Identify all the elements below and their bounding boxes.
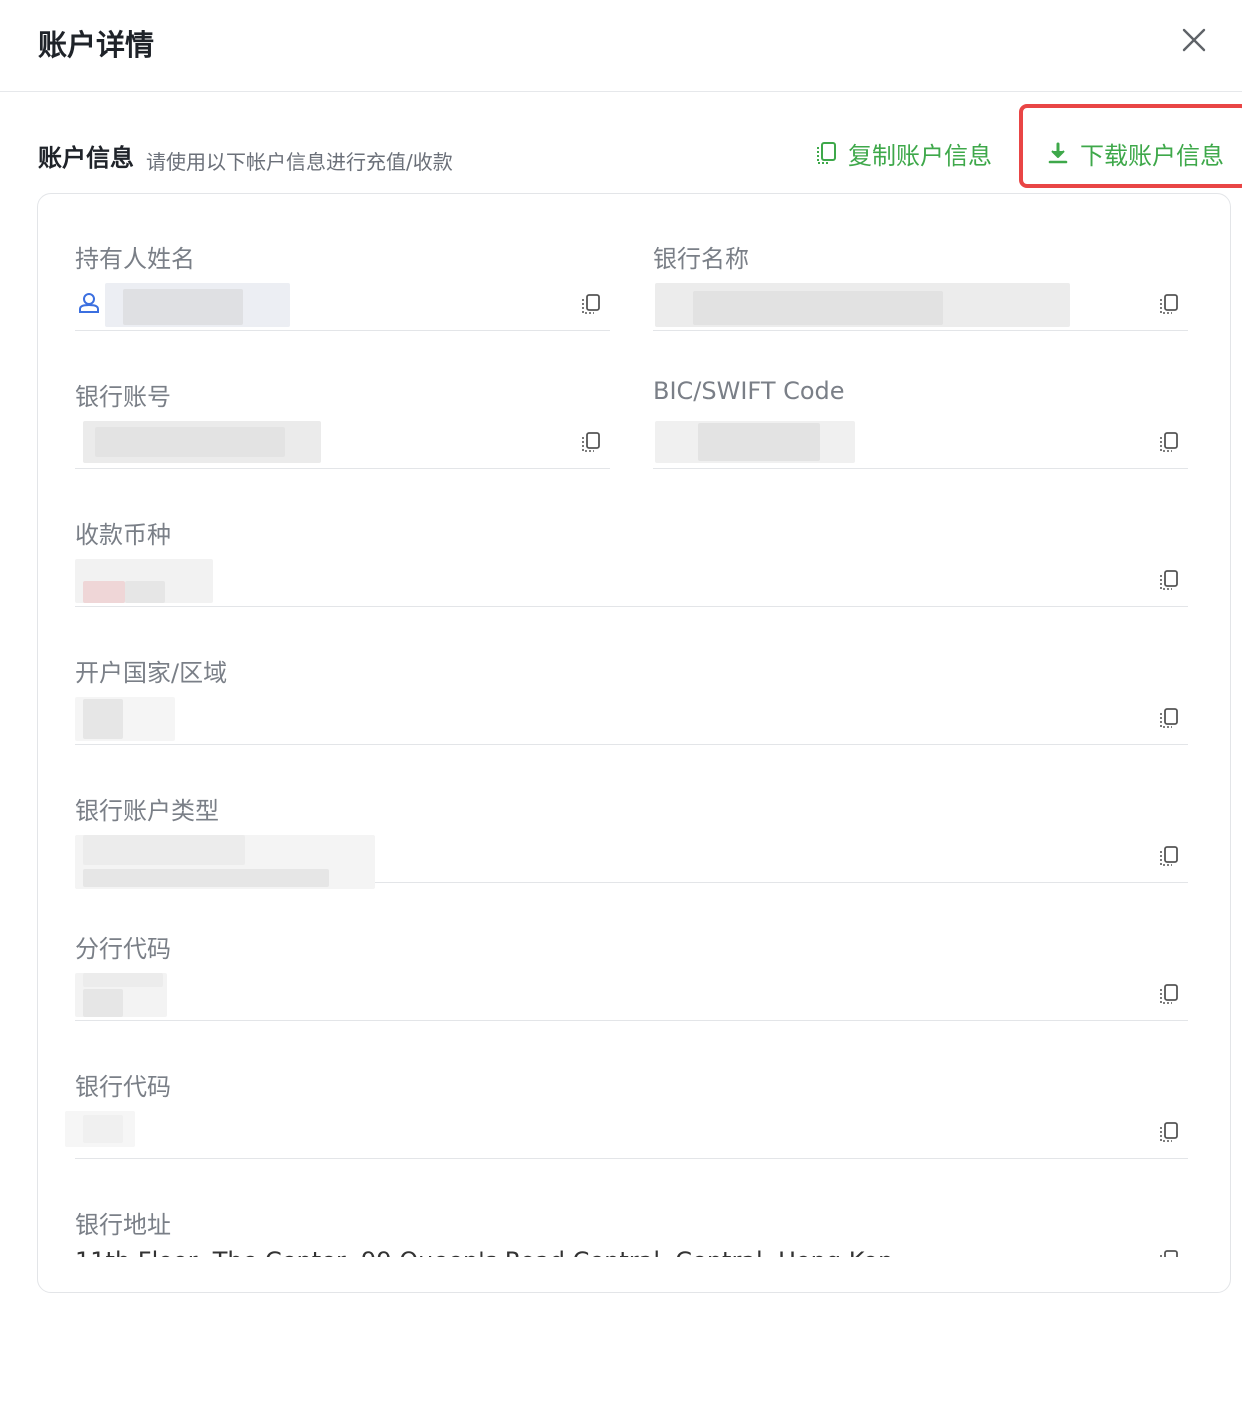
copy-account-info-label: 复制账户信息 (848, 141, 992, 170)
branch-code-label: 分行代码 (75, 935, 171, 963)
download-account-info-label: 下载账户信息 (1080, 141, 1224, 170)
copy-currency-button[interactable] (1158, 569, 1180, 591)
bank-address-label: 银行地址 (75, 1211, 171, 1239)
field-bank-code: 银行代码 (65, 1029, 1188, 1159)
holder-name-label: 持有人姓名 (75, 245, 195, 273)
copy-icon (582, 294, 600, 314)
copy-branch-code-button[interactable] (1158, 983, 1180, 1005)
copy-icon (1160, 570, 1178, 590)
section-subtitle: 请使用以下帐户信息进行充值/收款 (146, 150, 453, 174)
bank-code-label: 银行代码 (75, 1073, 171, 1101)
copy-bank-address-button[interactable] (1158, 1249, 1180, 1257)
copy-icon (1160, 432, 1178, 452)
swift-code-value (653, 421, 863, 465)
bank-name-label: 银行名称 (653, 245, 749, 273)
close-button[interactable] (1176, 22, 1212, 58)
dialog-header: 账户详情 (0, 0, 1242, 92)
account-number-label: 银行账号 (75, 383, 171, 411)
copy-icon (1160, 294, 1178, 314)
field-account-type: 银行账户类型 (75, 753, 1188, 889)
field-currency: 收款币种 (75, 477, 1188, 607)
currency-label: 收款币种 (75, 521, 171, 549)
copy-icon (817, 142, 836, 164)
currency-value (75, 559, 225, 603)
copy-icon (1160, 1250, 1178, 1257)
branch-code-value (75, 973, 175, 1017)
copy-bank-code-button[interactable] (1158, 1121, 1180, 1143)
close-icon (1182, 28, 1206, 52)
copy-icon (1160, 1122, 1178, 1142)
copy-icon (1160, 708, 1178, 728)
bank-address-value: 11th Floor, The Center, 99 Queen's Road … (75, 1249, 895, 1257)
field-bank-name: 银行名称 (653, 201, 1188, 331)
copy-account-number-button[interactable] (580, 431, 602, 453)
country-value (75, 697, 185, 741)
field-country: 开户国家/区域 (75, 615, 1188, 745)
dialog-title: 账户详情 (38, 28, 155, 62)
account-info-card: 持有人姓名 银行名称 银行账号 BIC/SWIFT Code 收款币种 开户国家… (37, 193, 1231, 1293)
holder-name-value (75, 283, 315, 327)
field-swift-code: BIC/SWIFT Code (653, 339, 1188, 469)
account-type-label: 银行账户类型 (75, 797, 219, 825)
user-icon (79, 293, 99, 313)
bank-name-value (653, 283, 1073, 327)
download-account-info-button[interactable]: 下载账户信息 (1046, 136, 1224, 170)
field-account-number: 银行账号 (75, 339, 610, 469)
field-branch-code: 分行代码 (75, 891, 1188, 1021)
copy-country-button[interactable] (1158, 707, 1180, 729)
swift-code-label: BIC/SWIFT Code (653, 377, 845, 405)
country-label: 开户国家/区域 (75, 659, 228, 687)
bank-address-value-clip: 11th Floor, The Center, 99 Queen's Road … (75, 1249, 895, 1257)
copy-swift-code-button[interactable] (1158, 431, 1180, 453)
section-title: 账户信息 (38, 144, 134, 172)
download-icon (1048, 142, 1068, 164)
copy-holder-name-button[interactable] (580, 293, 602, 315)
bank-code-value (65, 1111, 145, 1155)
copy-account-info-button[interactable]: 复制账户信息 (814, 136, 992, 170)
field-holder-name: 持有人姓名 (75, 201, 610, 331)
account-number-value (75, 421, 325, 465)
field-bank-address: 银行地址 11th Floor, The Center, 99 Queen's … (75, 1167, 1188, 1257)
copy-icon (1160, 846, 1178, 866)
account-type-value (75, 835, 385, 889)
copy-icon (1160, 984, 1178, 1004)
copy-bank-name-button[interactable] (1158, 293, 1180, 315)
copy-account-type-button[interactable] (1158, 845, 1180, 867)
copy-icon (582, 432, 600, 452)
